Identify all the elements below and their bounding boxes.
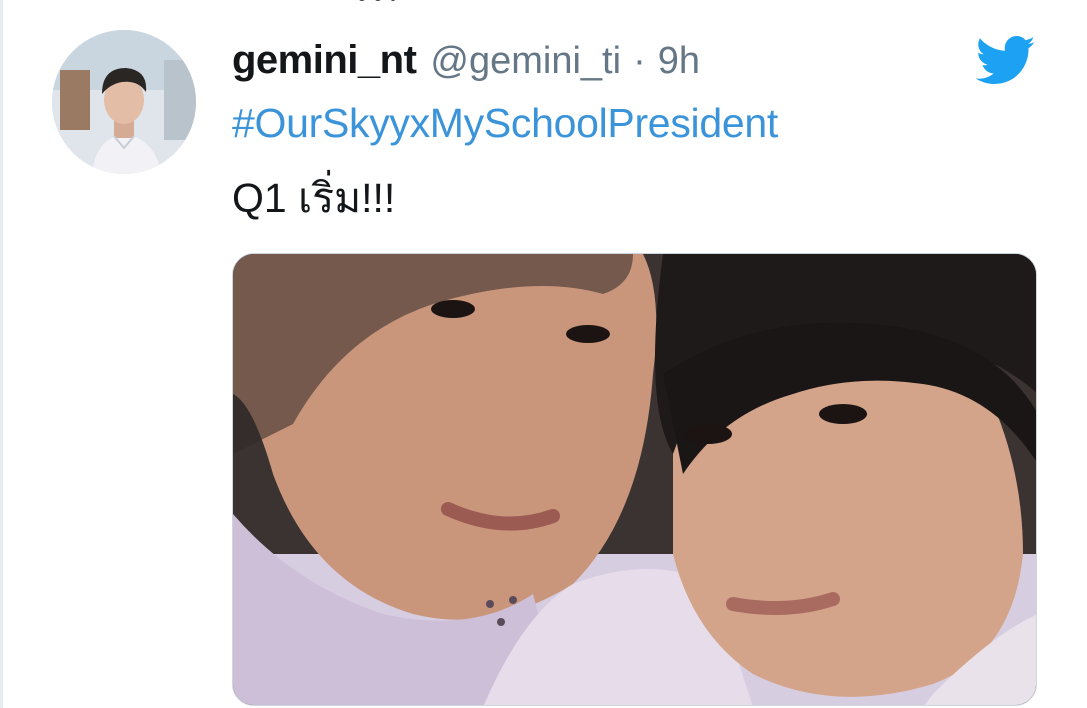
tweet-card[interactable]: gemini_nt @gemini_ti · 9h #OurSkyyxMySch…: [0, 0, 1087, 708]
tweet-media-photo[interactable]: [232, 253, 1037, 706]
display-name[interactable]: gemini_nt: [232, 38, 417, 83]
hashtag-link[interactable]: #OurSkyyxMySchoolPresident: [232, 100, 778, 147]
tweet-text: Q1 เริ่ม!!!: [232, 175, 396, 221]
timeline-border: [0, 0, 3, 708]
tweet-timestamp[interactable]: 9h: [658, 40, 700, 83]
avatar[interactable]: [52, 30, 196, 174]
user-handle[interactable]: @gemini_ti: [430, 40, 621, 83]
twitter-bird-icon: [976, 36, 1035, 84]
previous-tweet-fragment: [359, 0, 396, 1]
tweet-header: gemini_nt @gemini_ti · 9h: [232, 38, 700, 88]
meta-separator: ·: [633, 40, 646, 82]
